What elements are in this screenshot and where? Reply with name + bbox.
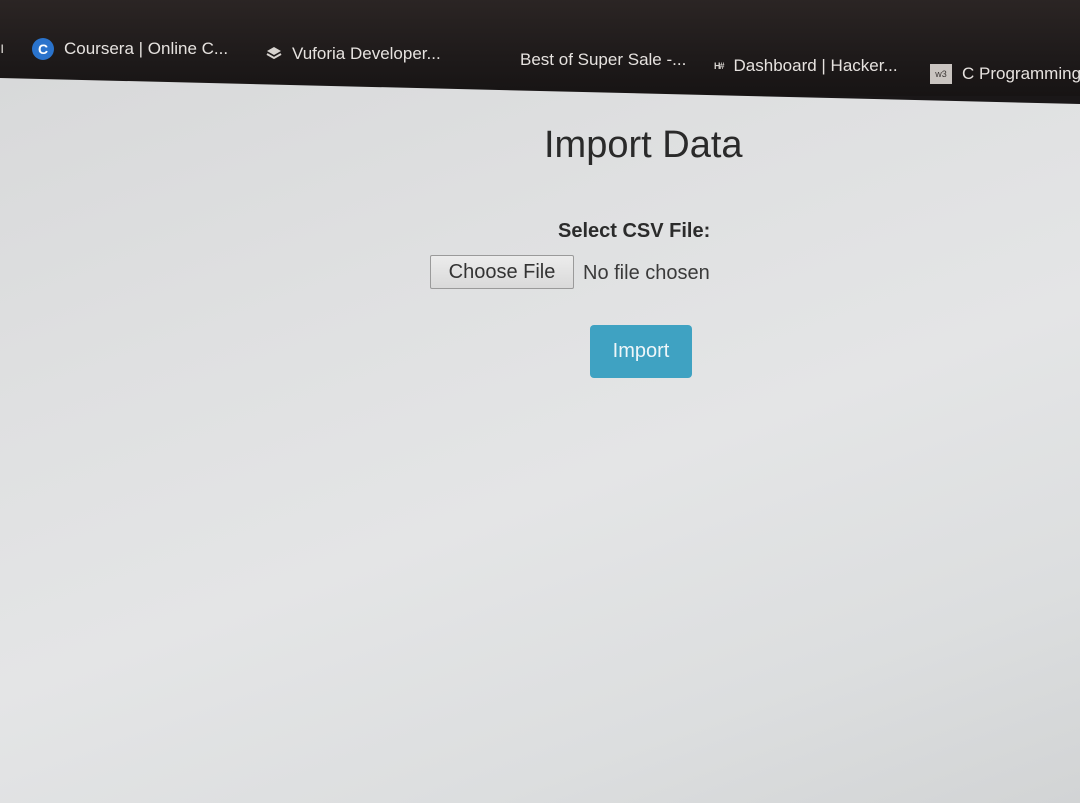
bookmark-vuforia[interactable]: Vuforia Developer... [266, 44, 441, 64]
hackerrank-icon: H# [714, 61, 724, 71]
bookmark-label: Coursera | Online C... [64, 39, 229, 58]
choose-file-button[interactable]: Choose File [430, 255, 574, 289]
import-button[interactable]: Import [590, 325, 692, 378]
bookmark-hackerrank[interactable]: H# Dashboard | Hacker... [714, 56, 898, 76]
file-status-text: No file chosen [583, 262, 710, 284]
bookmark-label: Vuforia Developer... [292, 44, 441, 63]
bookmark-c-programming[interactable]: w3 C Programming [930, 64, 1080, 84]
bookmark-super-sale[interactable]: Best of Super Sale -... [520, 50, 686, 70]
coursera-icon: C [32, 38, 54, 60]
csv-file-label: Select CSV File: [558, 220, 711, 242]
vuforia-icon [266, 46, 282, 62]
bookmark-label: C Programming [962, 64, 1080, 83]
page-title: Import Data [544, 124, 743, 166]
bookmark-coursera[interactable]: C Coursera | Online C... [32, 38, 228, 60]
w3schools-icon: w3 [930, 64, 952, 84]
bookmarks-bar: ı C Coursera | Online C... Vuforia Devel… [0, 0, 1080, 96]
bookmark-partial-icon[interactable]: ı [0, 40, 8, 58]
page-content [0, 78, 1080, 803]
bookmark-label: Dashboard | Hacker... [733, 56, 898, 75]
bookmark-label: Best of Super Sale -... [520, 50, 687, 69]
